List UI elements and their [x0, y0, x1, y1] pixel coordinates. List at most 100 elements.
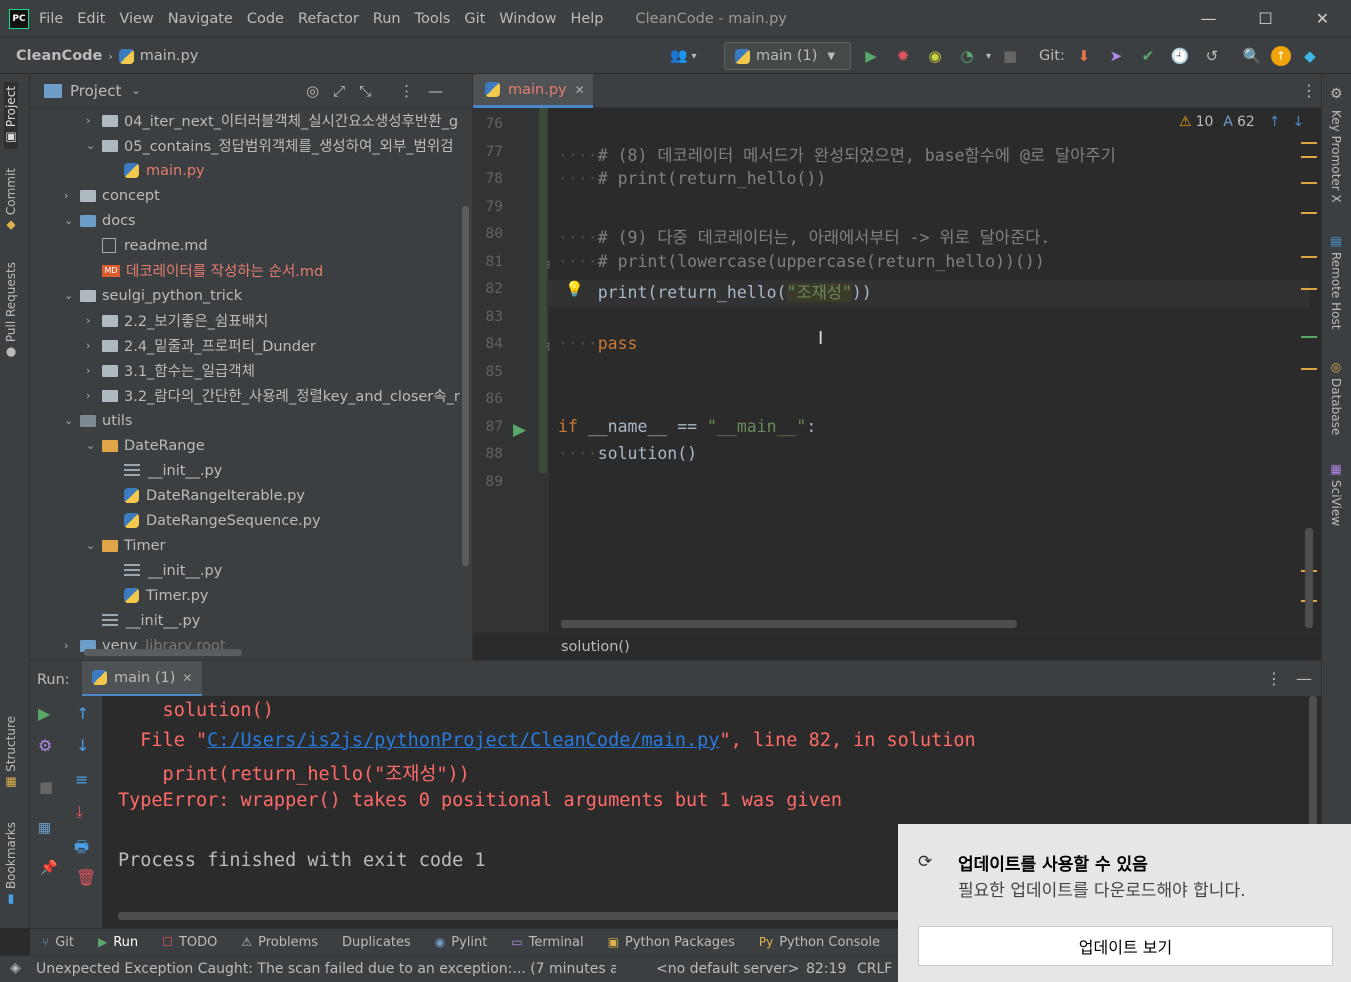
menu-tools[interactable]: Tools: [415, 11, 451, 27]
chevron-down-icon[interactable]: ⌄: [131, 84, 140, 97]
tab-database[interactable]: ◎ Database: [1329, 360, 1343, 435]
lightbulb-icon[interactable]: 💡: [565, 280, 584, 298]
tool-python-console[interactable]: Py Python Console: [759, 935, 880, 950]
close-tab-icon[interactable]: ✕: [575, 83, 585, 97]
tree-item[interactable]: __init__.py: [108, 558, 222, 583]
close-window-icon[interactable]: ✕: [1294, 0, 1351, 38]
rerun-icon[interactable]: ▶: [38, 704, 50, 723]
tree-scrollbar[interactable]: [462, 206, 469, 566]
tree-item[interactable]: __init__.py: [108, 458, 222, 483]
collapse-all-icon[interactable]: ⤡: [359, 82, 371, 100]
tree-item[interactable]: ⌄ DateRange: [86, 433, 205, 458]
tab-pull-requests[interactable]: ● Pull Requests: [4, 262, 18, 360]
tab-remote-host[interactable]: ▤ Remote Host: [1329, 234, 1343, 329]
pin-icon[interactable]: 📌: [40, 860, 57, 876]
rollback-icon[interactable]: ↺: [1199, 43, 1225, 69]
view-update-button[interactable]: 업데이트 보기: [918, 926, 1333, 966]
tree-item[interactable]: ⌄ Timer: [86, 533, 165, 558]
tab-commit[interactable]: ◆ Commit: [4, 168, 18, 233]
menu-window[interactable]: Window: [499, 11, 556, 27]
breadcrumb-file[interactable]: main.py: [140, 48, 199, 64]
soft-wrap-icon[interactable]: ≡: [75, 770, 88, 789]
tool-problems[interactable]: ⚠ Problems: [241, 935, 318, 950]
chevron-right-icon[interactable]: ›: [64, 639, 80, 652]
tree-item[interactable]: ⌄ utils: [64, 408, 133, 433]
scroll-down-icon[interactable]: ↓: [76, 736, 89, 755]
profile-icon[interactable]: ◔: [954, 43, 980, 69]
ide-update-icon[interactable]: ↑: [1270, 46, 1291, 66]
tab-key-promoter[interactable]: Key Promoter X: [1329, 110, 1343, 203]
run-with-coverage-icon[interactable]: ◉: [922, 43, 948, 69]
git-push-icon[interactable]: ➤: [1103, 43, 1129, 69]
chevron-down-icon[interactable]: ⌄: [86, 539, 102, 552]
tree-item[interactable]: __init__.py: [86, 608, 200, 633]
tab-structure[interactable]: ▦ Structure: [4, 716, 18, 790]
menu-file[interactable]: File: [39, 11, 63, 27]
chevron-down-icon[interactable]: ⌄: [86, 439, 102, 452]
tool-todo[interactable]: ☐ TODO: [162, 935, 217, 950]
tool-pylint[interactable]: ◉ Pylint: [435, 935, 488, 950]
options-icon[interactable]: ⋮: [399, 82, 414, 100]
hide-run-panel-icon[interactable]: —: [1296, 669, 1312, 688]
chevron-right-icon[interactable]: ›: [86, 314, 102, 327]
chevron-down-icon[interactable]: ⌄: [86, 139, 102, 152]
notifications-icon[interactable]: ⚙: [1330, 86, 1343, 102]
chevron-right-icon[interactable]: ›: [86, 339, 102, 352]
menu-view[interactable]: View: [119, 11, 153, 27]
menu-navigate[interactable]: Navigate: [168, 11, 233, 27]
tab-project[interactable]: ▣ Project: [4, 82, 18, 150]
tab-main-py[interactable]: main.py ✕: [473, 74, 593, 108]
menu-code[interactable]: Code: [247, 11, 284, 27]
run-tab[interactable]: main (1) ✕: [82, 661, 202, 697]
tool-duplicates[interactable]: Duplicates: [342, 935, 411, 950]
tool-run[interactable]: ▶ Run: [98, 935, 138, 950]
chevron-right-icon[interactable]: ›: [86, 389, 102, 402]
tree-item[interactable]: MD 데코레이터를 작성하는 순서.md: [86, 258, 323, 283]
status-server[interactable]: <no default server>: [656, 961, 799, 977]
layout-icon[interactable]: ▦: [38, 820, 51, 836]
tree-item[interactable]: › 2.4_밑줄과_프로퍼티_Dunder: [86, 333, 316, 358]
tree-item[interactable]: Timer.py: [108, 583, 209, 608]
menu-git[interactable]: Git: [464, 11, 485, 27]
project-view-select[interactable]: Project: [70, 82, 121, 100]
tab-options-icon[interactable]: ⋮: [1301, 81, 1317, 100]
run-options-icon[interactable]: ⋮: [1266, 669, 1282, 688]
tree-item[interactable]: › 3.2_람다의_간단한_사용례_정렬key_and_closer속_ret: [86, 383, 460, 408]
tree-item[interactable]: ⌄ seulgi_python_trick: [64, 283, 242, 308]
stop-icon[interactable]: ■: [997, 43, 1023, 69]
code-editor[interactable]: 7677787980818283848586878889▶⊟⊟ ····# (8…: [473, 108, 1321, 632]
tool-git[interactable]: ⑂ Git: [42, 935, 74, 950]
breadcrumb-project[interactable]: CleanCode: [16, 48, 102, 64]
file-path-link[interactable]: C:/Users/is2js/pythonProject/CleanCode/m…: [207, 730, 719, 751]
git-commit-icon[interactable]: ✔: [1135, 43, 1161, 69]
status-line-separator[interactable]: CRLF: [857, 961, 892, 977]
run-config-select[interactable]: main (1) ▼: [724, 42, 851, 70]
expand-all-icon[interactable]: ⤢: [333, 82, 345, 100]
maximize-icon[interactable]: ☐: [1237, 0, 1294, 38]
locate-icon[interactable]: ◎: [306, 82, 319, 100]
git-update-icon[interactable]: ⬇: [1071, 43, 1097, 69]
next-highlight-icon[interactable]: ↓: [1293, 114, 1305, 130]
tool-terminal[interactable]: ▭ Terminal: [511, 935, 583, 950]
print-icon[interactable]: 🖶: [74, 836, 89, 863]
code-with-me-icon[interactable]: ◆: [1297, 43, 1323, 69]
users-icon[interactable]: 👥: [670, 48, 687, 64]
editor-v-scrollbar[interactable]: [1305, 528, 1313, 628]
menu-refactor[interactable]: Refactor: [298, 11, 359, 27]
status-position[interactable]: 82:19: [806, 961, 846, 977]
run-icon[interactable]: ▶: [858, 43, 884, 69]
stop-run-icon[interactable]: ■: [39, 778, 53, 796]
history-icon[interactable]: 🕘: [1167, 43, 1193, 69]
hide-panel-icon[interactable]: —: [428, 82, 443, 100]
tree-item[interactable]: › concept: [64, 183, 160, 208]
tree-item[interactable]: DateRangeIterable.py: [108, 483, 305, 508]
breadcrumb-function[interactable]: solution(): [561, 639, 630, 655]
tree-item[interactable]: › 2.2_보기좋은_쉼표배치: [86, 308, 268, 333]
tree-item[interactable]: › 3.1_함수는_일급객체: [86, 358, 255, 383]
tree-h-scrollbar[interactable]: [84, 649, 242, 656]
delete-icon[interactable]: 🗑: [76, 868, 96, 887]
tree-item[interactable]: DateRangeSequence.py: [108, 508, 321, 533]
inspection-widget[interactable]: ⚠ 10 A 62 ↑ ↓: [1179, 114, 1304, 130]
chevron-down-icon[interactable]: ⌄: [64, 289, 80, 302]
settings-icon[interactable]: ⚙: [38, 736, 52, 755]
